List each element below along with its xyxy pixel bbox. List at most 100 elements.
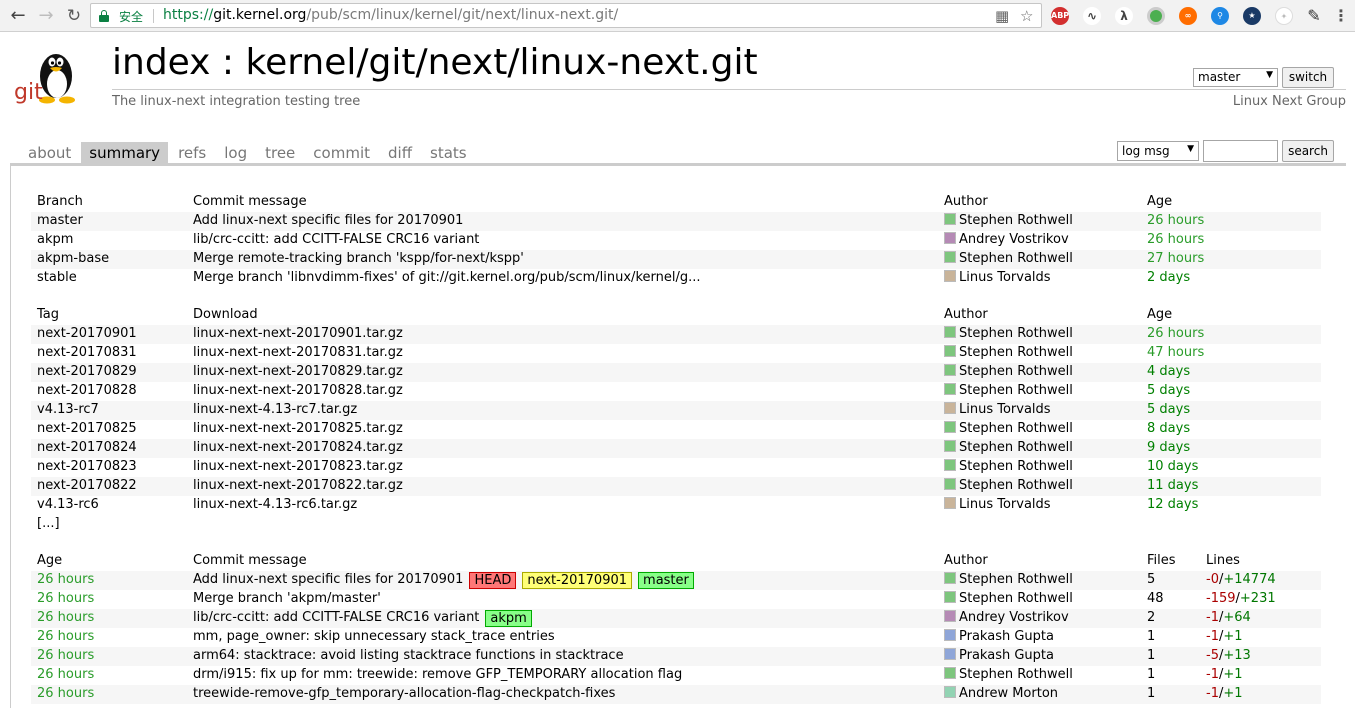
tag-name[interactable]: next-20170825	[37, 421, 137, 436]
commit-message[interactable]: Add linux-next specific files for 201709…	[193, 572, 463, 587]
branch-name[interactable]: stable	[37, 270, 77, 285]
branch-name[interactable]: akpm	[37, 232, 73, 247]
extension-puzzle-icon[interactable]: ✦	[1275, 7, 1293, 25]
author-name[interactable]: Andrew Morton	[959, 686, 1058, 701]
tag-name[interactable]: v4.13-rc7	[37, 402, 99, 417]
branch-name[interactable]: akpm-base	[37, 251, 109, 266]
author-name[interactable]: Linus Torvalds	[959, 402, 1051, 417]
bookmark-star-icon[interactable]: ☆	[1020, 7, 1033, 25]
commit-message[interactable]: Merge branch 'akpm/master'	[193, 591, 381, 606]
extension-key-icon[interactable]: ⚲	[1211, 7, 1229, 25]
commit-message[interactable]: mm, page_owner: skip unnecessary stack_t…	[193, 629, 555, 644]
branch-commit-message[interactable]: lib/crc-ccitt: add CCITT-FALSE CRC16 var…	[193, 232, 479, 247]
author-name[interactable]: Stephen Rothwell	[959, 383, 1073, 398]
tag-download-link[interactable]: linux-next-next-20170901.tar.gz	[193, 326, 403, 341]
translate-icon[interactable]: ▦	[995, 7, 1009, 25]
tag-download-link[interactable]: linux-next-next-20170822.tar.gz	[193, 478, 403, 493]
menu-icon[interactable]: ⋮	[1333, 7, 1349, 25]
decoration-branch[interactable]: akpm	[485, 610, 532, 627]
commit-message[interactable]: arm64: stacktrace: avoid listing stacktr…	[193, 648, 624, 663]
tag-name[interactable]: next-20170822	[37, 478, 137, 493]
tab-about[interactable]: about	[20, 142, 79, 164]
avatar-icon	[944, 478, 956, 490]
extension-infinity-icon[interactable]: ∞	[1179, 7, 1197, 25]
col-author: Author	[944, 194, 988, 209]
author-name[interactable]: Stephen Rothwell	[959, 421, 1073, 436]
branch-name[interactable]: master	[37, 213, 83, 228]
author-name[interactable]: Stephen Rothwell	[959, 326, 1073, 341]
tag-download-link[interactable]: linux-next-4.13-rc6.tar.gz	[193, 497, 357, 512]
tab-diff[interactable]: diff	[380, 142, 420, 164]
tag-name[interactable]: next-20170824	[37, 440, 137, 455]
author-name[interactable]: Stephen Rothwell	[959, 572, 1073, 587]
branch-commit-message[interactable]: Merge branch 'libnvdimm-fixes' of git://…	[193, 270, 701, 285]
author-name[interactable]: Linus Torvalds	[959, 270, 1051, 285]
extension-lambda-icon[interactable]: λ	[1115, 7, 1133, 25]
author-name[interactable]: Stephen Rothwell	[959, 364, 1073, 379]
extension-star-icon[interactable]: ★	[1243, 7, 1261, 25]
decoration-head[interactable]: HEAD	[469, 572, 517, 589]
tag-download-link[interactable]: linux-next-next-20170823.tar.gz	[193, 459, 403, 474]
extension-paw-icon[interactable]: ✎	[1305, 7, 1323, 25]
commit-message[interactable]: lib/crc-ccitt: add CCITT-FALSE CRC16 var…	[193, 610, 479, 625]
author-name[interactable]: Andrey Vostrikov	[959, 232, 1069, 247]
adblock-icon[interactable]: ABP	[1051, 7, 1069, 25]
back-arrow-icon[interactable]: ←	[6, 4, 30, 28]
tab-tree[interactable]: tree	[257, 142, 303, 164]
branch-commit-message[interactable]: Merge remote-tracking branch 'kspp/for-n…	[193, 251, 524, 266]
search-input[interactable]	[1203, 140, 1278, 162]
tag-name[interactable]: next-20170831	[37, 345, 137, 360]
commit-files: 5	[1147, 572, 1156, 587]
author-name[interactable]: Prakash Gupta	[959, 648, 1054, 663]
author-name[interactable]: Stephen Rothwell	[959, 459, 1073, 474]
decoration-branch[interactable]: master	[638, 572, 694, 589]
tab-summary[interactable]: summary	[81, 142, 169, 164]
tab-log[interactable]: log	[216, 142, 255, 164]
tag-download-link[interactable]: linux-next-next-20170825.tar.gz	[193, 421, 403, 436]
author-name[interactable]: Andrey Vostrikov	[959, 610, 1069, 625]
tab-stats[interactable]: stats	[422, 142, 475, 164]
extension-graph-icon[interactable]: ∿	[1083, 7, 1101, 25]
branch-select[interactable]: master ▼	[1193, 68, 1278, 87]
tag-name[interactable]: next-20170829	[37, 364, 137, 379]
author-name[interactable]: Stephen Rothwell	[959, 251, 1073, 266]
author-name[interactable]: Prakash Gupta	[959, 629, 1054, 644]
tag-name[interactable]: v4.13-rc6	[37, 497, 99, 512]
tag-download-link[interactable]: linux-next-next-20170831.tar.gz	[193, 345, 403, 360]
author-name[interactable]: Stephen Rothwell	[959, 440, 1073, 455]
avatar-icon	[944, 459, 956, 471]
address-bar[interactable]: 安全 https://git.kernel.org/pub/scm/linux/…	[90, 3, 1042, 28]
branch-commit-message[interactable]: Add linux-next specific files for 201709…	[193, 213, 463, 228]
author-name[interactable]: Stephen Rothwell	[959, 591, 1073, 606]
lines-added: +1	[1223, 629, 1243, 644]
avatar-icon	[944, 251, 956, 263]
commit-message[interactable]: treewide-remove-gfp_temporary-allocation…	[193, 686, 615, 701]
author-cell: Stephen Rothwell	[944, 251, 1073, 266]
url-text[interactable]: https://git.kernel.org/pub/scm/linux/ker…	[163, 7, 618, 23]
author-name[interactable]: Stephen Rothwell	[959, 478, 1073, 493]
tag-name[interactable]: next-20170823	[37, 459, 137, 474]
forward-arrow-icon[interactable]: →	[34, 4, 58, 28]
extension-green-dot-icon[interactable]	[1147, 7, 1165, 25]
tag-name[interactable]: next-20170828	[37, 383, 137, 398]
tag-download-link[interactable]: linux-next-4.13-rc7.tar.gz	[193, 402, 357, 417]
grep-select[interactable]: log msg ▼	[1117, 141, 1199, 161]
author-name[interactable]: Stephen Rothwell	[959, 213, 1073, 228]
git-tux-logo[interactable]: git	[12, 42, 88, 108]
reload-icon[interactable]: ↻	[62, 4, 86, 28]
author-name[interactable]: Linus Torvalds	[959, 497, 1051, 512]
tab-commit[interactable]: commit	[305, 142, 378, 164]
tab-refs[interactable]: refs	[170, 142, 214, 164]
tags-more-link[interactable]: [...]	[37, 516, 60, 531]
decoration-tag[interactable]: next-20170901	[522, 572, 633, 589]
tag-name[interactable]: next-20170901	[37, 326, 137, 341]
author-name[interactable]: Stephen Rothwell	[959, 345, 1073, 360]
switch-button[interactable]: switch	[1282, 67, 1334, 88]
page-title[interactable]: index : kernel/git/next/linux-next.git	[112, 42, 758, 83]
tag-download-link[interactable]: linux-next-next-20170824.tar.gz	[193, 440, 403, 455]
tag-download-link[interactable]: linux-next-next-20170829.tar.gz	[193, 364, 403, 379]
author-name[interactable]: Stephen Rothwell	[959, 667, 1073, 682]
tag-download-link[interactable]: linux-next-next-20170828.tar.gz	[193, 383, 403, 398]
commit-message[interactable]: drm/i915: fix up for mm: treewide: remov…	[193, 667, 682, 682]
search-button[interactable]: search	[1282, 140, 1334, 162]
